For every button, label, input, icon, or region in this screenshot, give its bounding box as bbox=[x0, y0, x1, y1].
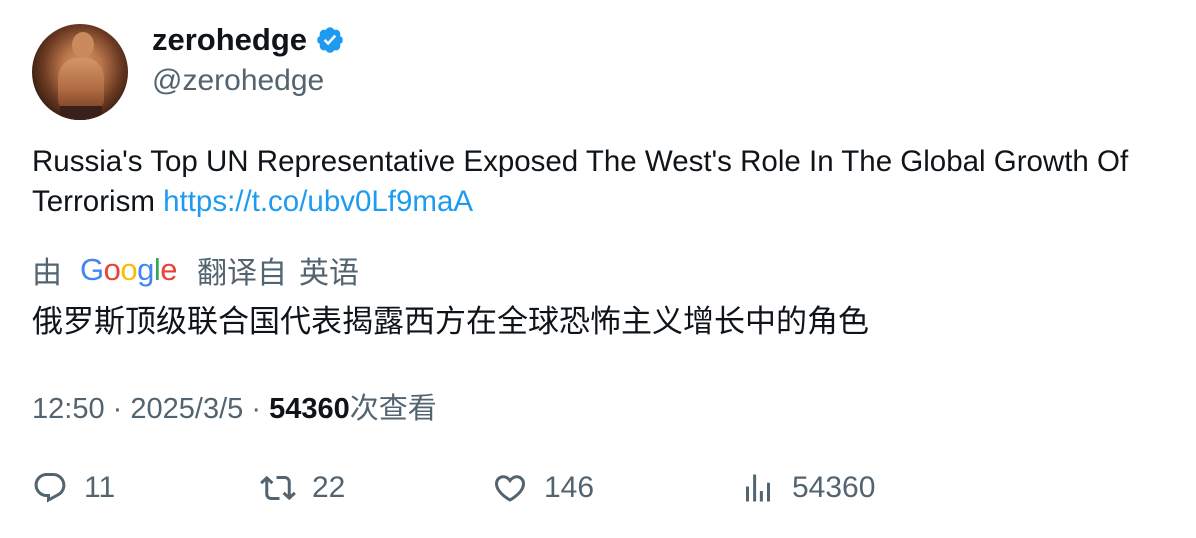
tweet-body: Russia's Top UN Representative Exposed T… bbox=[32, 142, 1162, 222]
views-label: 次查看 bbox=[349, 393, 437, 425]
google-letter: o bbox=[120, 252, 138, 287]
meta-separator: · bbox=[112, 393, 123, 425]
author-handle[interactable]: @zerohedge bbox=[152, 64, 324, 98]
views-button[interactable]: 54360 bbox=[740, 470, 875, 506]
heart-icon bbox=[494, 475, 526, 502]
translated-text: 俄罗斯顶级联合国代表揭露西方在全球恐怖主义增长中的角色 bbox=[32, 304, 869, 339]
analytics-icon bbox=[746, 474, 770, 502]
reply-button[interactable]: 11 bbox=[32, 470, 115, 506]
author-name-row: zerohedge bbox=[152, 22, 345, 58]
tweet-link[interactable]: https://t.co/ubv0Lf9maA bbox=[163, 185, 473, 218]
google-letter: g bbox=[137, 252, 154, 287]
translation-attribution: 由 Google 翻译自 英语 bbox=[32, 248, 359, 292]
reply-icon bbox=[34, 473, 66, 503]
avatar-torso bbox=[58, 58, 104, 110]
translated-from-label: 翻译自 bbox=[197, 257, 288, 290]
google-logo: Google bbox=[80, 252, 178, 288]
retweet-count: 22 bbox=[312, 471, 346, 504]
source-language: 英语 bbox=[299, 257, 360, 290]
avatar-face bbox=[72, 32, 94, 58]
tweet-date[interactable]: 2025/3/5 bbox=[130, 393, 243, 425]
retweet-button[interactable]: 22 bbox=[260, 470, 345, 506]
google-letter: o bbox=[103, 252, 121, 287]
translated-by-label: 由 bbox=[32, 257, 62, 290]
reply-count: 11 bbox=[84, 471, 116, 504]
tweet-meta: 12:50 · 2025/3/5 · 54360次查看 bbox=[32, 385, 437, 427]
google-letter: G bbox=[80, 252, 104, 287]
avatar[interactable] bbox=[32, 24, 128, 120]
tweet-time[interactable]: 12:50 bbox=[32, 393, 105, 425]
verified-badge-icon[interactable] bbox=[315, 25, 345, 55]
like-count: 146 bbox=[544, 471, 595, 504]
display-name[interactable]: zerohedge bbox=[152, 22, 307, 58]
views-count: 54360 bbox=[269, 393, 350, 425]
action-bar: 11 22 146 54360 bbox=[32, 470, 1132, 514]
retweet-icon bbox=[260, 475, 296, 501]
avatar-belt bbox=[60, 106, 102, 120]
like-button[interactable]: 146 bbox=[492, 470, 594, 506]
google-letter: e bbox=[160, 252, 178, 287]
meta-separator: · bbox=[251, 393, 261, 425]
views-action-count: 54360 bbox=[792, 471, 876, 504]
